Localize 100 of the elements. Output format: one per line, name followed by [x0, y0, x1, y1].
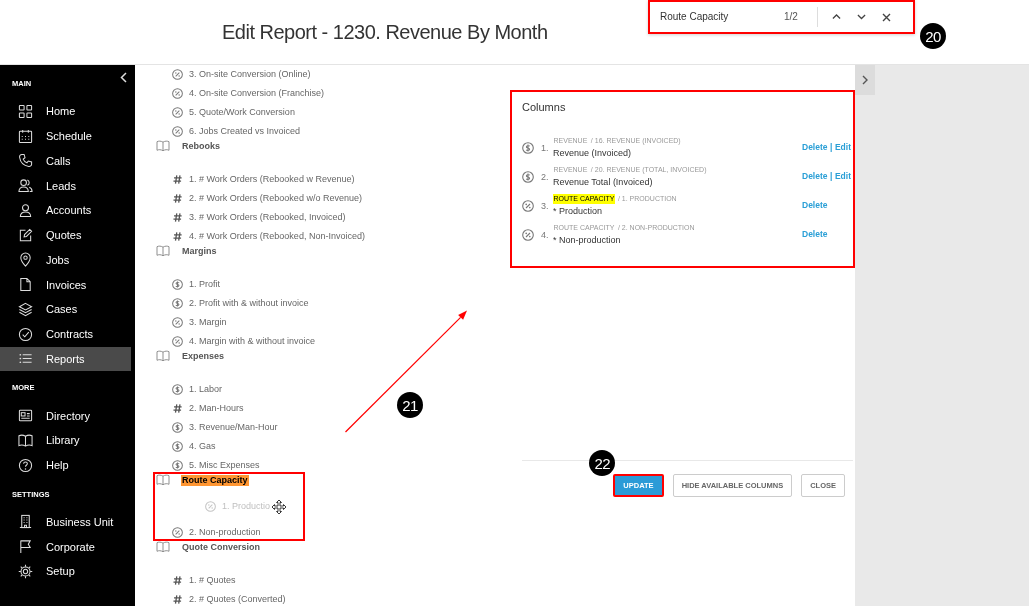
- percent-circle-icon: [171, 527, 183, 538]
- chevron-right-icon: [862, 75, 868, 85]
- sidebar-item[interactable]: Calls: [0, 148, 131, 174]
- column-option[interactable]: 6. Jobs Created vs Invoiced: [189, 126, 301, 137]
- phone-icon: [18, 153, 33, 169]
- percent-circle-icon: [171, 336, 183, 347]
- link-separator: |: [830, 142, 833, 153]
- book-icon: [18, 432, 33, 448]
- column-option[interactable]: 1. # Work Orders (Rebooked w Revenue): [189, 174, 355, 185]
- book-icon: [156, 541, 170, 553]
- chevron-down-icon: [857, 14, 867, 20]
- building-icon: [18, 514, 33, 530]
- column-option[interactable]: 4. Gas: [189, 441, 216, 452]
- column-name: Revenue (Invoiced): [553, 146, 633, 160]
- group-title[interactable]: Route Capacity: [181, 474, 249, 486]
- help-icon: [18, 457, 33, 473]
- column-option[interactable]: 3. # Work Orders (Rebooked, Invoiced): [189, 212, 346, 223]
- dollar-circle-icon: [522, 141, 534, 154]
- check-circle-icon: [18, 326, 33, 342]
- sidebar-item[interactable]: Setup: [0, 559, 131, 584]
- column-option[interactable]: 2. Profit with & without invoice: [189, 298, 309, 309]
- book-icon: [156, 350, 170, 362]
- sidebar-item[interactable]: Reports: [0, 346, 131, 372]
- page-title: Edit Report - 1230. Revenue By Month: [222, 20, 548, 44]
- percent-circle-icon: [522, 228, 534, 241]
- column-option[interactable]: 5. Misc Expenses: [189, 460, 260, 471]
- percent-circle-icon: [171, 107, 183, 118]
- match-count: 1/2: [784, 10, 798, 24]
- column-option[interactable]: 4. # Work Orders (Rebooked, Non-Invoiced): [189, 231, 365, 242]
- hash-icon: [171, 212, 183, 223]
- hash-icon: [171, 193, 183, 204]
- column-number: 1.: [541, 142, 549, 153]
- edit-icon: [18, 227, 33, 243]
- group-title[interactable]: Margins: [181, 245, 218, 257]
- hash-icon: [171, 174, 183, 185]
- dollar-circle-icon: [171, 384, 183, 395]
- document-icon: [18, 277, 33, 293]
- column-option[interactable]: 2. # Quotes (Converted): [189, 594, 286, 605]
- column-option[interactable]: 5. Quote/Work Conversion: [189, 107, 295, 118]
- column-option[interactable]: 4. Margin with & without invoice: [189, 336, 316, 347]
- flag-icon: [18, 539, 33, 555]
- column-option[interactable]: 2. Man-Hours: [189, 403, 244, 414]
- callout-badge: 21: [397, 392, 423, 418]
- column-option[interactable]: 2. Non-production: [189, 527, 261, 538]
- column-option[interactable]: 3. Revenue/Man-Hour: [189, 422, 278, 433]
- sidebar-item[interactable]: Leads: [0, 173, 131, 198]
- book-icon: [156, 140, 170, 152]
- sidebar-item[interactable]: Directory: [0, 403, 131, 428]
- callout-badge: 22: [589, 450, 616, 476]
- column-name: * Non-production: [553, 233, 622, 247]
- gear-icon: [18, 563, 33, 579]
- column-number: 4.: [541, 229, 549, 240]
- sidebar-item[interactable]: Invoices: [0, 272, 131, 297]
- sidebar-item[interactable]: Business Unit: [0, 509, 131, 535]
- sidebar-item[interactable]: Accounts: [0, 198, 131, 223]
- group-title[interactable]: Quote Conversion: [181, 541, 261, 553]
- group-title[interactable]: Rebooks: [181, 140, 221, 152]
- hash-icon: [171, 403, 183, 414]
- column-option[interactable]: 1. Profit: [189, 279, 220, 290]
- dollar-circle-icon: [171, 298, 183, 309]
- sidebar-item[interactable]: Help: [0, 452, 131, 478]
- column-option[interactable]: 3. On-site Conversion (Online): [189, 69, 311, 80]
- percent-circle-icon: [171, 317, 183, 328]
- percent-circle-icon: [171, 69, 183, 80]
- id-card-icon: [18, 408, 33, 424]
- percent-circle-icon: [171, 126, 183, 137]
- chevron-left-icon[interactable]: [120, 72, 127, 83]
- column-option[interactable]: 1. # Quotes: [189, 575, 236, 586]
- grid-icon: [18, 103, 33, 119]
- column-option[interactable]: 4. On-site Conversion (Franchise): [189, 88, 325, 99]
- percent-circle-icon: [522, 199, 534, 212]
- sidebar-item[interactable]: Corporate: [0, 534, 131, 559]
- sidebar-item[interactable]: Home: [0, 99, 131, 124]
- column-option[interactable]: 1. Labor: [189, 384, 223, 395]
- dollar-circle-icon: [171, 422, 183, 433]
- user-icon: [18, 202, 33, 218]
- dollar-circle-icon: [171, 460, 183, 471]
- percent-circle-icon: [204, 501, 216, 512]
- callout-badge: 20: [920, 23, 946, 49]
- dollar-circle-icon: [522, 170, 534, 183]
- dollar-circle-icon: [171, 279, 183, 290]
- percent-circle-icon: [171, 88, 183, 99]
- group-title[interactable]: Expenses: [181, 350, 226, 362]
- sidebar-item[interactable]: Library: [0, 428, 131, 453]
- close-icon: [882, 12, 892, 22]
- sidebar-item[interactable]: Quotes: [0, 222, 131, 248]
- users-icon: [18, 178, 33, 194]
- layers-icon: [18, 301, 33, 317]
- map-pin-icon: [18, 252, 33, 268]
- sidebar-item[interactable]: Jobs: [0, 247, 131, 273]
- column-option[interactable]: 3. Margin: [189, 317, 227, 328]
- sidebar-item[interactable]: Cases: [0, 297, 131, 322]
- column-name: * Production: [553, 204, 604, 218]
- hash-icon: [171, 594, 183, 605]
- find-field[interactable]: Route Capacity: [660, 10, 782, 24]
- sidebar-item[interactable]: Contracts: [0, 321, 131, 347]
- sidebar-item[interactable]: Schedule: [0, 123, 131, 149]
- panel-title: Columns: [522, 100, 567, 114]
- hash-icon: [171, 575, 183, 586]
- column-option[interactable]: 2. # Work Orders (Rebooked w/o Revenue): [189, 193, 362, 204]
